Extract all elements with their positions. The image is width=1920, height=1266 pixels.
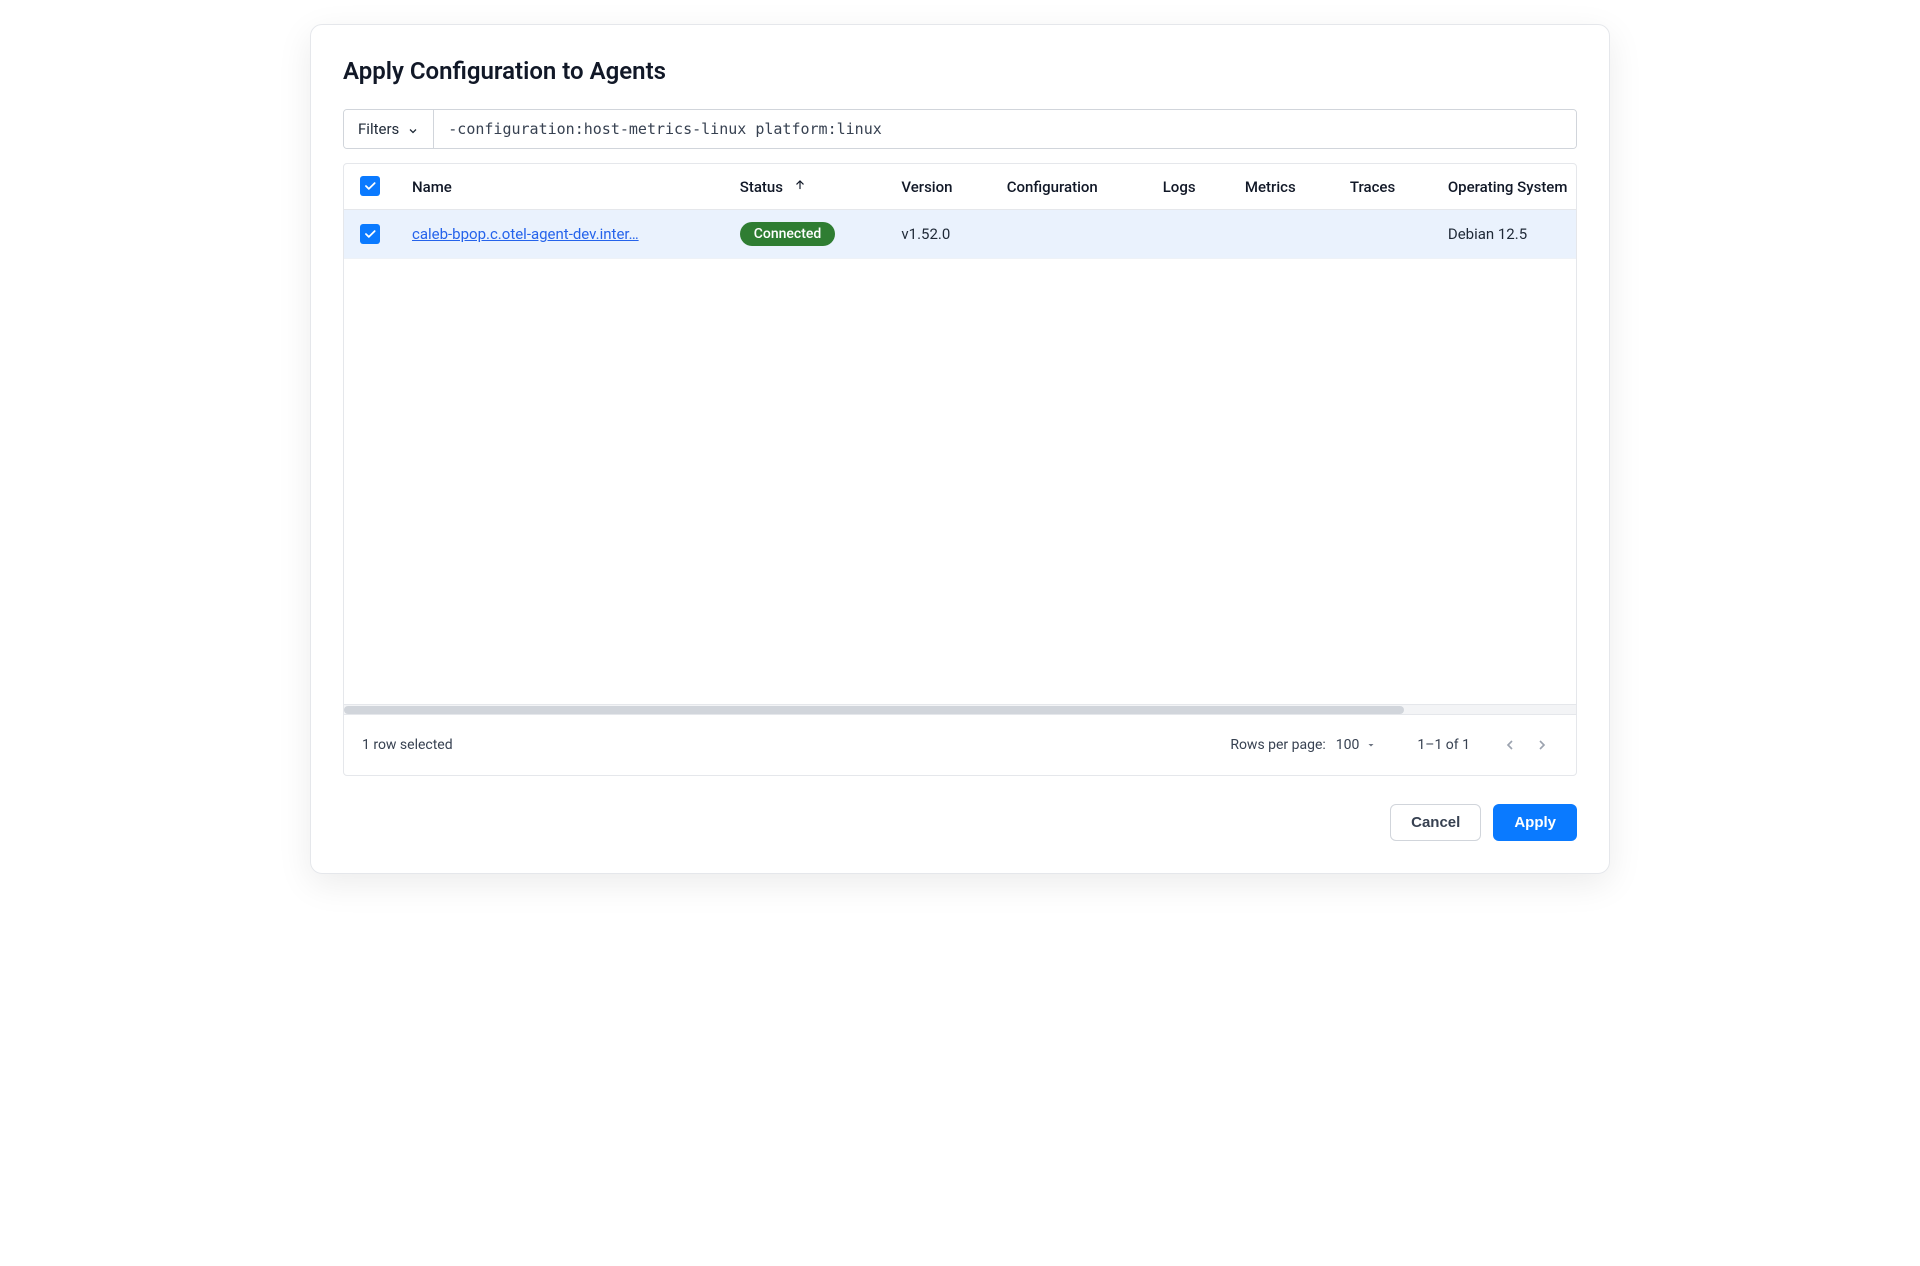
row-checkbox[interactable] — [360, 224, 380, 244]
column-label: Metrics — [1245, 178, 1296, 196]
filter-query-input[interactable] — [434, 110, 1576, 148]
dropdown-arrow-icon — [1365, 739, 1377, 751]
rows-per-page-label: Rows per page: — [1230, 737, 1325, 753]
sort-asc-icon — [793, 178, 807, 192]
column-header-status[interactable]: Status — [724, 164, 886, 210]
table-footer: 1 row selected Rows per page: 100 1–1 of… — [344, 714, 1576, 775]
apply-config-dialog: Apply Configuration to Agents Filters — [310, 24, 1610, 874]
agents-table-scroll[interactable]: Name Status Version Configuration Logs M… — [344, 164, 1576, 704]
column-label: Logs — [1163, 178, 1196, 196]
rows-per-page-select[interactable]: 100 — [1336, 737, 1378, 753]
filters-label: Filters — [358, 120, 399, 138]
horizontal-scrollbar[interactable] — [344, 704, 1576, 714]
dialog-actions: Cancel Apply — [343, 804, 1577, 841]
cell-metrics — [1229, 210, 1334, 259]
selection-count: 1 row selected — [362, 737, 453, 753]
cell-logs — [1147, 210, 1229, 259]
next-page-button[interactable] — [1526, 729, 1558, 761]
rows-per-page-value: 100 — [1336, 737, 1360, 753]
filters-dropdown-button[interactable]: Filters — [344, 110, 434, 148]
chevron-down-icon — [407, 123, 419, 135]
prev-page-button[interactable] — [1494, 729, 1526, 761]
apply-button[interactable]: Apply — [1493, 804, 1577, 841]
cell-os: Debian 12.5 — [1432, 210, 1576, 259]
table-row[interactable]: caleb-bpop.c.otel-agent-dev.inter… Conne… — [344, 210, 1576, 259]
column-label: Traces — [1350, 178, 1395, 196]
column-header-version[interactable]: Version — [885, 164, 990, 210]
cancel-button[interactable]: Cancel — [1390, 804, 1481, 841]
column-header-name[interactable]: Name — [396, 164, 724, 210]
agent-name-link[interactable]: caleb-bpop.c.otel-agent-dev.inter… — [412, 225, 639, 243]
cell-configuration — [991, 210, 1147, 259]
column-header-os[interactable]: Operating System — [1432, 164, 1576, 210]
column-header-metrics[interactable]: Metrics — [1229, 164, 1334, 210]
column-header-configuration[interactable]: Configuration — [991, 164, 1147, 210]
filter-bar: Filters — [343, 109, 1577, 149]
column-header-logs[interactable]: Logs — [1147, 164, 1229, 210]
column-label: Name — [412, 178, 452, 196]
column-label: Operating System — [1448, 178, 1568, 196]
column-label: Version — [901, 178, 952, 196]
column-header-checkbox[interactable] — [344, 164, 396, 210]
column-header-traces[interactable]: Traces — [1334, 164, 1432, 210]
cell-version: v1.52.0 — [885, 210, 990, 259]
agents-table-container: Name Status Version Configuration Logs M… — [343, 163, 1577, 776]
column-label: Status — [740, 178, 783, 196]
agents-table: Name Status Version Configuration Logs M… — [344, 164, 1576, 259]
cell-traces — [1334, 210, 1432, 259]
dialog-title: Apply Configuration to Agents — [343, 57, 1577, 85]
column-label: Configuration — [1007, 178, 1098, 196]
select-all-checkbox[interactable] — [360, 176, 380, 196]
pagination-range: 1–1 of 1 — [1417, 737, 1470, 753]
scrollbar-thumb[interactable] — [344, 706, 1404, 714]
status-badge: Connected — [740, 222, 836, 246]
